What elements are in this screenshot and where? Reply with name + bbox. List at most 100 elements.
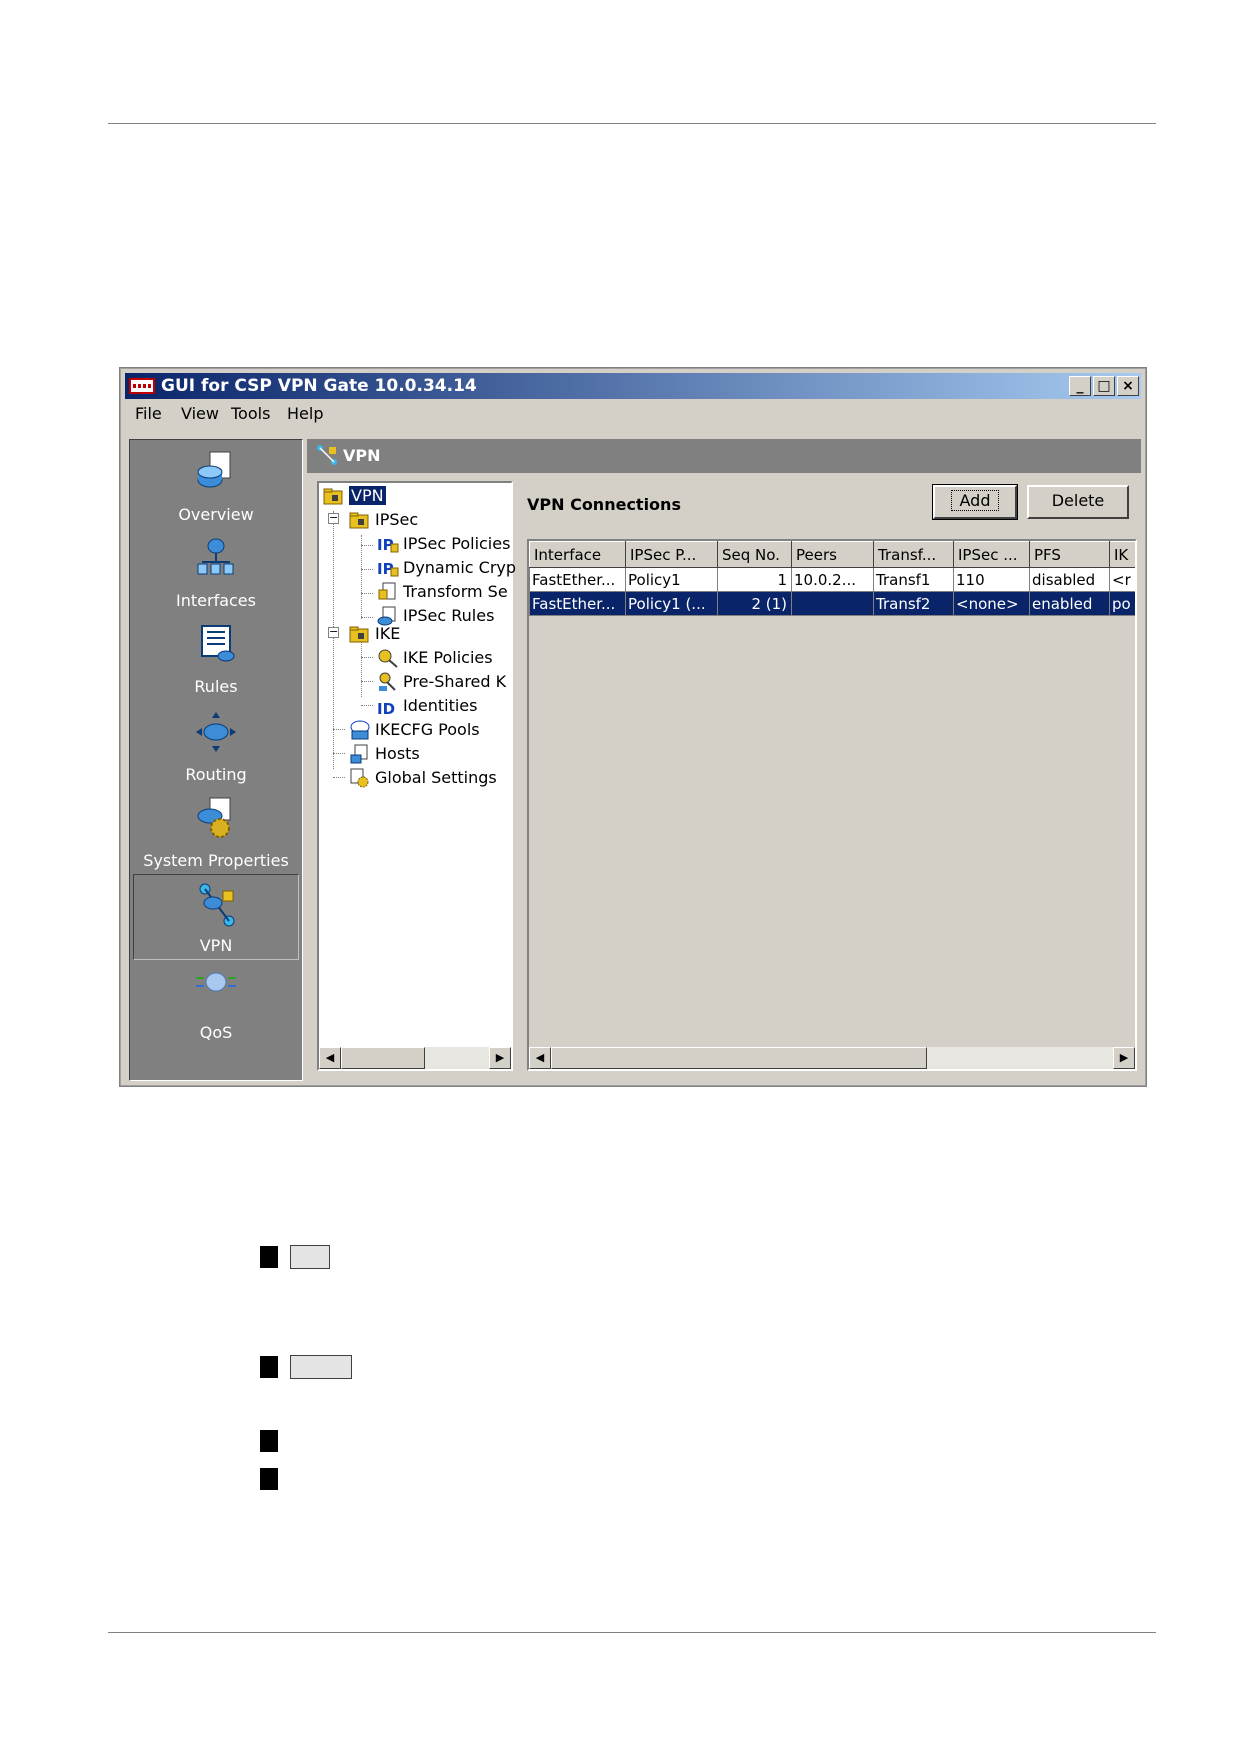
top-rule [108, 123, 1156, 124]
column-header-transform[interactable]: Transf... [873, 541, 954, 568]
vpn-header-icon [317, 445, 337, 465]
table-scrollbar[interactable]: ◀ ▶ [529, 1047, 1135, 1069]
table-cell: 10.0.2... [791, 567, 874, 592]
tree-label: IKE [375, 624, 401, 643]
tree-scrollbar[interactable]: ◀ ▶ [319, 1047, 511, 1069]
column-header-ipsec-policy[interactable]: IPSec P... [625, 541, 718, 568]
svg-text:ID: ID [377, 700, 395, 716]
column-header-ipsec[interactable]: IPSec ... [953, 541, 1030, 568]
scroll-right-button[interactable]: ▶ [1113, 1047, 1135, 1069]
panel-title: VPN [343, 446, 381, 465]
tree-label: IPSec Rules [403, 606, 495, 625]
column-header-interface[interactable]: Interface [529, 541, 626, 568]
menu-bar: File View Tools Help [125, 401, 1141, 425]
table-cell: Policy1 [625, 567, 718, 592]
nav-rules[interactable]: Rules [133, 614, 299, 700]
table-row[interactable]: FastEther... Policy1 1 10.0.2... Transf1… [529, 567, 1135, 592]
app-window: GUI for CSP VPN Gate 10.0.34.14 _ □ × Fi… [119, 367, 1147, 1087]
overview-icon [197, 451, 231, 488]
expand-ipsec-button[interactable]: − [328, 512, 339, 524]
scroll-thumb[interactable] [341, 1047, 425, 1069]
nav-label: Rules [194, 677, 238, 696]
routing-icon [196, 712, 236, 752]
table-cell: enabled [1029, 591, 1110, 616]
table-cell: Policy1 (... [625, 591, 718, 616]
nav-routing[interactable]: Routing [133, 702, 299, 788]
minimize-button[interactable]: _ [1069, 376, 1091, 396]
window-title: GUI for CSP VPN Gate 10.0.34.14 [161, 376, 477, 396]
ipsec-policies-icon: IP [377, 536, 399, 554]
ikecfg-pools-icon [350, 720, 370, 740]
table-row-selected[interactable]: FastEther... Policy1 (... 2 (1) Transf2 … [529, 591, 1135, 616]
menu-tools[interactable]: Tools [231, 404, 270, 423]
tree-label: IKECFG Pools [375, 720, 480, 739]
ipsec-rules-icon [377, 606, 396, 626]
scroll-left-button[interactable]: ◀ [319, 1047, 341, 1069]
bullet-marker [260, 1430, 278, 1452]
nav-qos[interactable]: QoS [133, 960, 299, 1046]
table-cell [791, 591, 874, 616]
vpn-tree: VPN − IPSec IP IPSec Policies IP Dynamic… [317, 481, 517, 1071]
title-bar[interactable]: GUI for CSP VPN Gate 10.0.34.14 _ □ × [125, 373, 1141, 399]
add-button[interactable]: Add [932, 484, 1018, 520]
interfaces-icon [197, 538, 234, 575]
column-header-pfs[interactable]: PFS [1029, 541, 1110, 568]
qos-icon [196, 972, 236, 992]
tree-label: IPSec Policies [403, 534, 511, 553]
nav-label: System Properties [143, 851, 289, 870]
scroll-right-button[interactable]: ▶ [489, 1047, 511, 1069]
table-cell: FastEther... [529, 567, 626, 592]
nav-label: Overview [178, 505, 254, 524]
bullet-marker [260, 1468, 278, 1490]
bullet-marker [260, 1356, 278, 1378]
identities-icon: ID [377, 700, 395, 716]
column-header-ike[interactable]: IK [1109, 541, 1135, 568]
column-header-seq-no[interactable]: Seq No. [717, 541, 792, 568]
transform-sets-icon [378, 582, 396, 600]
table-cell: Transf1 [873, 567, 954, 592]
connections-table: Interface IPSec P... Seq No. Peers Trans… [527, 539, 1137, 1071]
vpn-folder-icon [323, 488, 343, 505]
maximize-button[interactable]: □ [1093, 376, 1115, 396]
nav-label: QoS [199, 1023, 233, 1042]
bullet-marker [260, 1246, 278, 1268]
tree-label: Dynamic Cryp [403, 558, 517, 577]
table-cell: <none> [953, 591, 1030, 616]
add-button-label: Add [950, 490, 1000, 511]
table-cell: 1 [717, 567, 792, 592]
menu-help[interactable]: Help [287, 404, 323, 423]
tree-label: Pre-Shared K [403, 672, 507, 691]
delete-button[interactable]: Delete [1027, 485, 1129, 519]
menu-view[interactable]: View [181, 404, 219, 423]
menu-file[interactable]: File [135, 404, 162, 423]
nav-system-properties[interactable]: System Properties [133, 788, 299, 874]
tree-label: Transform Se [403, 582, 508, 601]
key-button-graphic [290, 1355, 352, 1379]
scroll-thumb[interactable] [551, 1047, 927, 1069]
column-header-peers[interactable]: Peers [791, 541, 874, 568]
nav-label: VPN [199, 936, 233, 955]
left-nav: Overview Interfaces Rules Routing System… [129, 439, 303, 1081]
close-button[interactable]: × [1117, 376, 1139, 396]
system-properties-icon [197, 797, 231, 838]
tree-label: VPN [349, 486, 386, 505]
ike-policies-icon [378, 649, 398, 668]
tree-label: Hosts [375, 744, 420, 763]
table-cell: <r [1109, 567, 1135, 592]
nav-vpn[interactable]: VPN [133, 874, 299, 960]
section-title: VPN Connections [527, 495, 681, 514]
bottom-rule [108, 1632, 1156, 1633]
table-cell: 110 [953, 567, 1030, 592]
nav-overview[interactable]: Overview [133, 442, 299, 528]
ipsec-folder-icon [349, 512, 369, 529]
nav-label: Routing [185, 765, 247, 784]
tree-label: IPSec [375, 510, 419, 529]
table-cell: disabled [1029, 567, 1110, 592]
vpn-icon [199, 883, 235, 927]
app-logo-icon [129, 378, 155, 394]
expand-ike-button[interactable]: − [328, 626, 339, 638]
nav-interfaces[interactable]: Interfaces [133, 528, 299, 614]
table-cell: 2 (1) [717, 591, 792, 616]
scroll-left-button[interactable]: ◀ [529, 1047, 551, 1069]
nav-label: Interfaces [176, 591, 256, 610]
